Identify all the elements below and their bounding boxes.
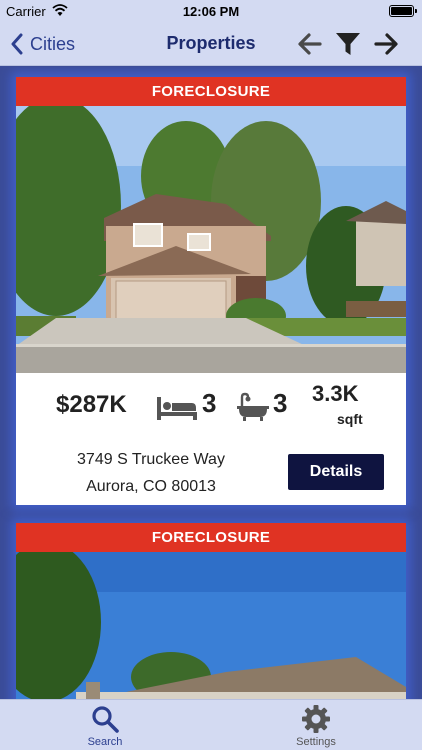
battery-icon (389, 5, 417, 17)
property-photo[interactable] (16, 552, 406, 699)
bed-icon (157, 397, 197, 420)
gear-icon (302, 705, 330, 733)
tab-bar: Search Settings (0, 699, 422, 750)
page-title: Properties (166, 33, 256, 53)
back-label: Cities (30, 33, 76, 54)
next-button[interactable] (372, 31, 400, 57)
details-button[interactable]: Details (288, 454, 384, 490)
bathroom-count: 3 (273, 388, 288, 418)
listing-card[interactable]: FORECLOSURE (16, 523, 406, 699)
status-bar: Carrier 12:06 PM (0, 0, 422, 22)
previous-button[interactable] (296, 31, 324, 57)
address-line-2: Aurora, CO 80013 (86, 478, 216, 495)
tab-search[interactable]: Search (65, 704, 145, 748)
search-icon (92, 706, 119, 733)
tab-settings-label: Settings (296, 736, 336, 748)
bedroom-count: 3 (202, 388, 217, 418)
clock: 12:06 PM (182, 4, 240, 19)
chevron-left-icon (11, 33, 23, 55)
square-footage: 3.3K (312, 381, 359, 406)
listings-scroll-view[interactable]: FORECLOSURE $287K 3 3 3.3K sqft 3749 S T… (0, 67, 422, 699)
arrow-left-icon (298, 33, 322, 55)
listing-stats: $287K 3 3 3.3K sqft (16, 373, 406, 439)
listing-status-banner: FORECLOSURE (16, 77, 406, 106)
navigation-bar: Cities Properties (0, 22, 422, 66)
filter-button[interactable] (334, 31, 362, 57)
listing-status-banner: FORECLOSURE (16, 523, 406, 552)
filter-icon (336, 33, 360, 55)
tab-search-label: Search (87, 736, 123, 748)
back-button[interactable]: Cities (10, 31, 75, 57)
square-footage-unit: sqft (337, 411, 363, 427)
property-photo[interactable] (16, 106, 406, 373)
arrow-right-icon (374, 33, 398, 55)
bathtub-icon (237, 392, 269, 421)
address-line-1: 3749 S Truckee Way (77, 451, 225, 468)
listing-card[interactable]: FORECLOSURE (16, 77, 406, 505)
listing-price: $287K (56, 391, 127, 418)
tab-settings[interactable]: Settings (276, 704, 356, 748)
